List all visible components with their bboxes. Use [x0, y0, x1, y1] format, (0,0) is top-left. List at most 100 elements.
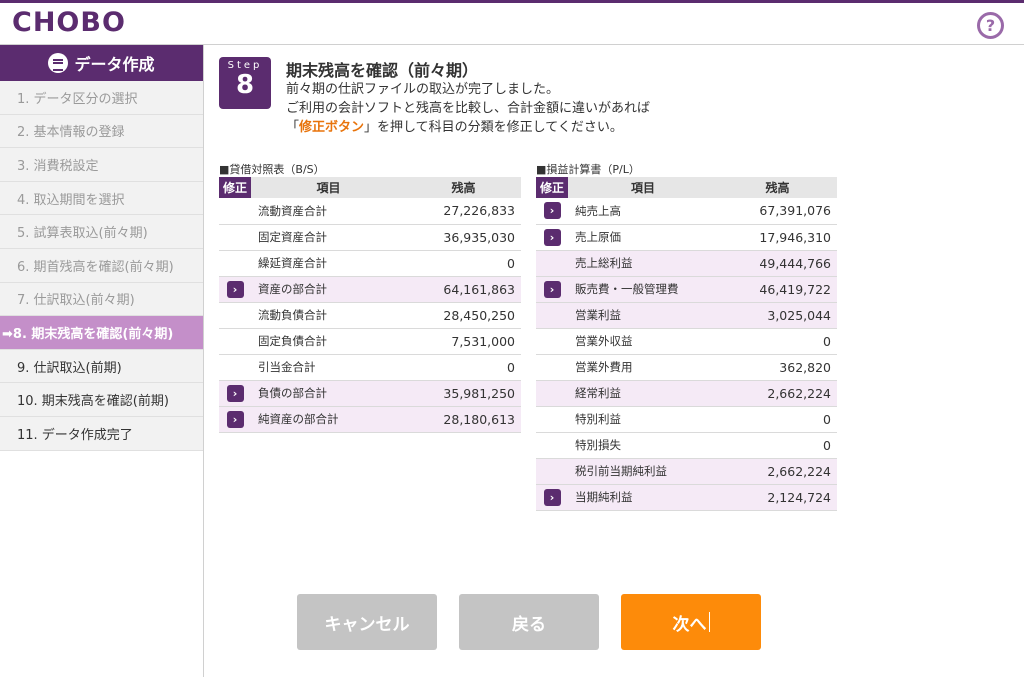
pl-row: › 販売費・一般管理費 46,419,722 — [536, 276, 837, 303]
bs-balance-cell: 36,935,030 — [406, 224, 521, 251]
next-button-label: 次へ — [672, 614, 707, 635]
pl-item-cell: 特別損失 — [568, 432, 718, 459]
bs-header-balance: 残高 — [406, 177, 521, 198]
app-logo: CHOBO — [12, 7, 126, 38]
sidebar-item-3[interactable]: 3. 消費税設定 — [0, 148, 203, 182]
bs-item-cell: 負債の部合計 — [251, 380, 406, 407]
sidebar-item-4[interactable]: 4. 取込期間を選択 — [0, 181, 203, 216]
bs-fix-cell — [219, 328, 251, 355]
bs-fix-cell: › — [219, 276, 251, 303]
fix-arrow-button[interactable]: › — [543, 228, 561, 246]
instruction-line-3: 「修正ボタン」を押して科目の分類を修正してください。 — [286, 118, 650, 137]
back-button[interactable]: 戻る — [459, 594, 599, 650]
bs-item-cell: 純資産の部合計 — [251, 406, 406, 433]
pl-fix-cell: › — [536, 276, 568, 303]
instructions: 前々期の仕訳ファイルの取込が完了しました。 ご利用の会計ソフトと残高を比較し、合… — [286, 80, 650, 137]
pl-fix-cell: › — [536, 198, 568, 225]
bs-item-cell: 流動負債合計 — [251, 302, 406, 329]
pl-row: 営業外収益 0 — [536, 328, 837, 355]
bs-item-cell: 引当金合計 — [251, 354, 406, 381]
bs-caption: ■貸借対照表（B/S） — [219, 163, 325, 176]
fix-arrow-button[interactable]: › — [226, 280, 244, 298]
pl-item-cell: 当期純利益 — [568, 484, 718, 511]
pl-balance-cell: 46,419,722 — [718, 276, 837, 303]
bs-balance-cell: 7,531,000 — [406, 328, 521, 355]
fix-arrow-button[interactable]: › — [543, 202, 561, 220]
next-button[interactable]: 次へ — [621, 594, 761, 650]
instruction-line-3-rest: 」を押して科目の分類を修正してください。 — [364, 120, 623, 135]
bs-row: 流動資産合計 27,226,833 — [219, 198, 521, 225]
pl-fix-cell: › — [536, 484, 568, 511]
step-badge: Step 8 — [219, 57, 271, 109]
pl-item-cell: 特別利益 — [568, 406, 718, 433]
sidebar-item-2[interactable]: 2. 基本情報の登録 — [0, 114, 203, 149]
sidebar-item-10[interactable]: 10. 期末残高を確認(前期) — [0, 383, 203, 417]
pl-header-balance: 残高 — [718, 177, 837, 198]
page-title: 期末残高を確認（前々期） — [286, 61, 479, 80]
text-cursor — [708, 612, 710, 632]
fix-arrow-button[interactable]: › — [226, 384, 244, 402]
pl-item-cell: 税引前当期純利益 — [568, 458, 718, 485]
step-number: 8 — [235, 70, 255, 100]
pl-balance-cell: 0 — [718, 328, 837, 355]
bs-row: › 負債の部合計 35,981,250 — [219, 380, 521, 407]
bs-balance-cell: 35,981,250 — [406, 380, 521, 407]
bs-header-item: 項目 — [251, 177, 406, 198]
cancel-button[interactable]: キャンセル — [297, 594, 437, 650]
pl-fix-cell — [536, 302, 568, 329]
fix-arrow-button[interactable]: › — [543, 280, 561, 298]
sidebar-item-7[interactable]: 7. 仕訳取込(前々期) — [0, 282, 203, 317]
bs-fix-cell — [219, 250, 251, 277]
bracket-open: 「 — [286, 120, 300, 135]
pl-item-cell: 販売費・一般管理費 — [568, 276, 718, 303]
pl-balance-cell: 17,946,310 — [718, 224, 837, 251]
pl-item-cell: 営業利益 — [568, 302, 718, 329]
bs-row: › 資産の部合計 64,161,863 — [219, 276, 521, 303]
sidebar-item-11[interactable]: 11. データ作成完了 — [0, 416, 203, 451]
pl-fix-cell — [536, 354, 568, 381]
pl-balance-cell: 49,444,766 — [718, 250, 837, 277]
pl-balance-cell: 362,820 — [718, 354, 837, 381]
pl-row: 営業外費用 362,820 — [536, 354, 837, 381]
pl-fix-cell — [536, 328, 568, 355]
pl-fix-cell — [536, 250, 568, 277]
pl-row: 売上総利益 49,444,766 — [536, 250, 837, 277]
pl-balance-cell: 67,391,076 — [718, 198, 837, 225]
fix-arrow-button[interactable]: › — [226, 410, 244, 428]
bs-fix-cell — [219, 198, 251, 225]
sidebar-item-9[interactable]: 9. 仕訳取込(前期) — [0, 349, 203, 384]
pl-row: › 売上原価 17,946,310 — [536, 224, 837, 251]
sidebar-item-6[interactable]: 6. 期首残高を確認(前々期) — [0, 248, 203, 283]
sidebar-title: データ作成 — [0, 45, 203, 81]
help-icon[interactable]: ? — [977, 12, 1004, 39]
pl-header-fix: 修正 — [536, 177, 568, 198]
bs-item-cell: 固定資産合計 — [251, 224, 406, 251]
bs-fix-cell: › — [219, 380, 251, 407]
bs-header-fix: 修正 — [219, 177, 251, 198]
pl-row: 特別利益 0 — [536, 406, 837, 433]
fix-button-mention: 修正ボタン — [299, 120, 365, 135]
pl-fix-cell — [536, 380, 568, 407]
pl-balance-cell: 0 — [718, 432, 837, 459]
fix-arrow-button[interactable]: › — [543, 488, 561, 506]
button-bar: キャンセル 戻る 次へ — [204, 594, 1024, 650]
pl-item-cell: 営業外費用 — [568, 354, 718, 381]
instruction-line-2: ご利用の会計ソフトと残高を比較し、合計金額に違いがあれば — [286, 101, 651, 116]
bs-balance-cell: 0 — [406, 354, 521, 381]
pl-balance-cell: 2,124,724 — [718, 484, 837, 511]
sidebar-item-1[interactable]: 1. データ区分の選択 — [0, 81, 203, 115]
pl-body: › 純売上高 67,391,076 › 売上原価 17,946,310 売上総利益 49,44… — [536, 198, 837, 511]
bs-row: 引当金合計 0 — [219, 354, 521, 381]
bs-item-cell: 流動資産合計 — [251, 198, 406, 225]
bs-item-cell: 固定負債合計 — [251, 328, 406, 355]
sidebar-item-5[interactable]: 5. 試算表取込(前々期) — [0, 215, 203, 249]
step-label: Step — [227, 60, 263, 71]
bs-balance-cell: 0 — [406, 250, 521, 277]
sidebar-item-8-active[interactable]: ➡8. 期末残高を確認(前々期) — [0, 316, 203, 350]
bs-item-cell: 資産の部合計 — [251, 276, 406, 303]
bs-row: 繰延資産合計 0 — [219, 250, 521, 277]
instruction-line-1: 前々期の仕訳ファイルの取込が完了しました。 — [286, 82, 560, 97]
pl-item-cell: 純売上高 — [568, 198, 718, 225]
pl-balance-cell: 2,662,224 — [718, 380, 837, 407]
bs-balance-cell: 28,450,250 — [406, 302, 521, 329]
